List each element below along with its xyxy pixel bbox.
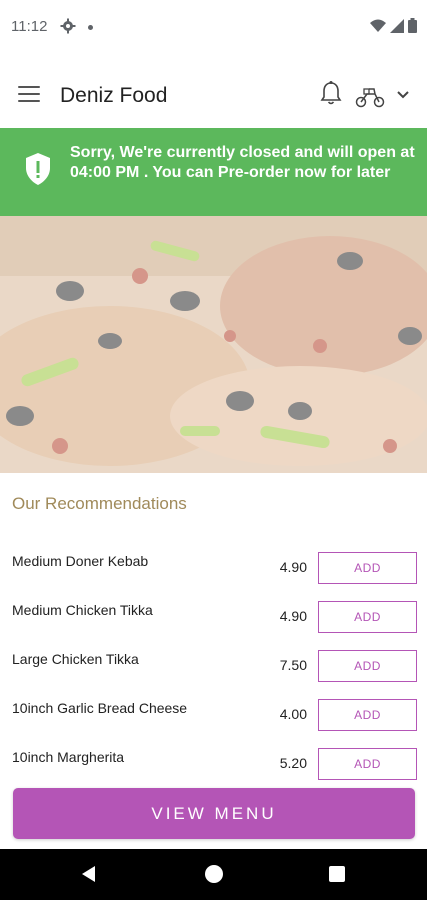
list-item: Large Chicken Tikka 7.50 ADD xyxy=(0,633,427,682)
add-button[interactable]: ADD xyxy=(318,748,417,780)
hero-image xyxy=(0,216,427,473)
dot-icon xyxy=(88,25,93,30)
recommendations-list: Medium Doner Kebab 4.90 ADD Medium Chick… xyxy=(0,535,427,780)
status-bar: 11:12 xyxy=(0,0,427,56)
item-name: 10inch Garlic Bread Cheese xyxy=(12,700,188,716)
closed-notice-banner: Sorry, We're currently closed and will o… xyxy=(0,128,427,216)
scooter-icon[interactable] xyxy=(355,86,385,108)
recents-icon[interactable] xyxy=(329,866,345,882)
app-bar: Deniz Food xyxy=(0,56,427,128)
item-price: 7.50 xyxy=(279,657,307,673)
back-icon[interactable] xyxy=(80,865,98,883)
signal-icon xyxy=(390,18,404,33)
shield-icon xyxy=(26,153,50,185)
navigation-bar xyxy=(0,849,427,900)
item-name: Medium Doner Kebab xyxy=(12,553,149,569)
list-item: 10inch Garlic Bread Cheese 4.00 ADD xyxy=(0,682,427,731)
add-button[interactable]: ADD xyxy=(318,601,417,633)
status-icons xyxy=(370,18,417,33)
item-name: Medium Chicken Tikka xyxy=(12,602,153,618)
add-button[interactable]: ADD xyxy=(318,552,417,584)
item-price: 5.20 xyxy=(279,755,307,771)
gear-icon xyxy=(60,18,76,34)
bell-icon[interactable] xyxy=(320,80,342,106)
item-price: 4.00 xyxy=(279,706,307,722)
chevron-down-icon[interactable] xyxy=(396,90,410,100)
recommendations-title: Our Recommendations xyxy=(12,494,187,513)
notice-text: Sorry, We're currently closed and will o… xyxy=(70,144,415,181)
add-button[interactable]: ADD xyxy=(318,650,417,682)
item-price: 4.90 xyxy=(279,559,307,575)
list-item: Medium Doner Kebab 4.90 ADD xyxy=(0,535,427,584)
menu-icon[interactable] xyxy=(18,86,40,102)
view-menu-button[interactable]: VIEW MENU xyxy=(13,788,415,839)
list-item: 10inch Margherita 5.20 ADD xyxy=(0,731,427,780)
item-name: Large Chicken Tikka xyxy=(12,651,139,667)
battery-icon xyxy=(408,18,417,33)
app-title: Deniz Food xyxy=(60,84,168,107)
item-price: 4.90 xyxy=(279,608,307,624)
add-button[interactable]: ADD xyxy=(318,699,417,731)
item-name: 10inch Margherita xyxy=(12,749,125,765)
hero-overlay xyxy=(0,216,427,473)
wifi-icon xyxy=(370,19,386,32)
home-icon[interactable] xyxy=(205,865,223,883)
list-item: Medium Chicken Tikka 4.90 ADD xyxy=(0,584,427,633)
status-time: 11:12 xyxy=(11,18,48,35)
